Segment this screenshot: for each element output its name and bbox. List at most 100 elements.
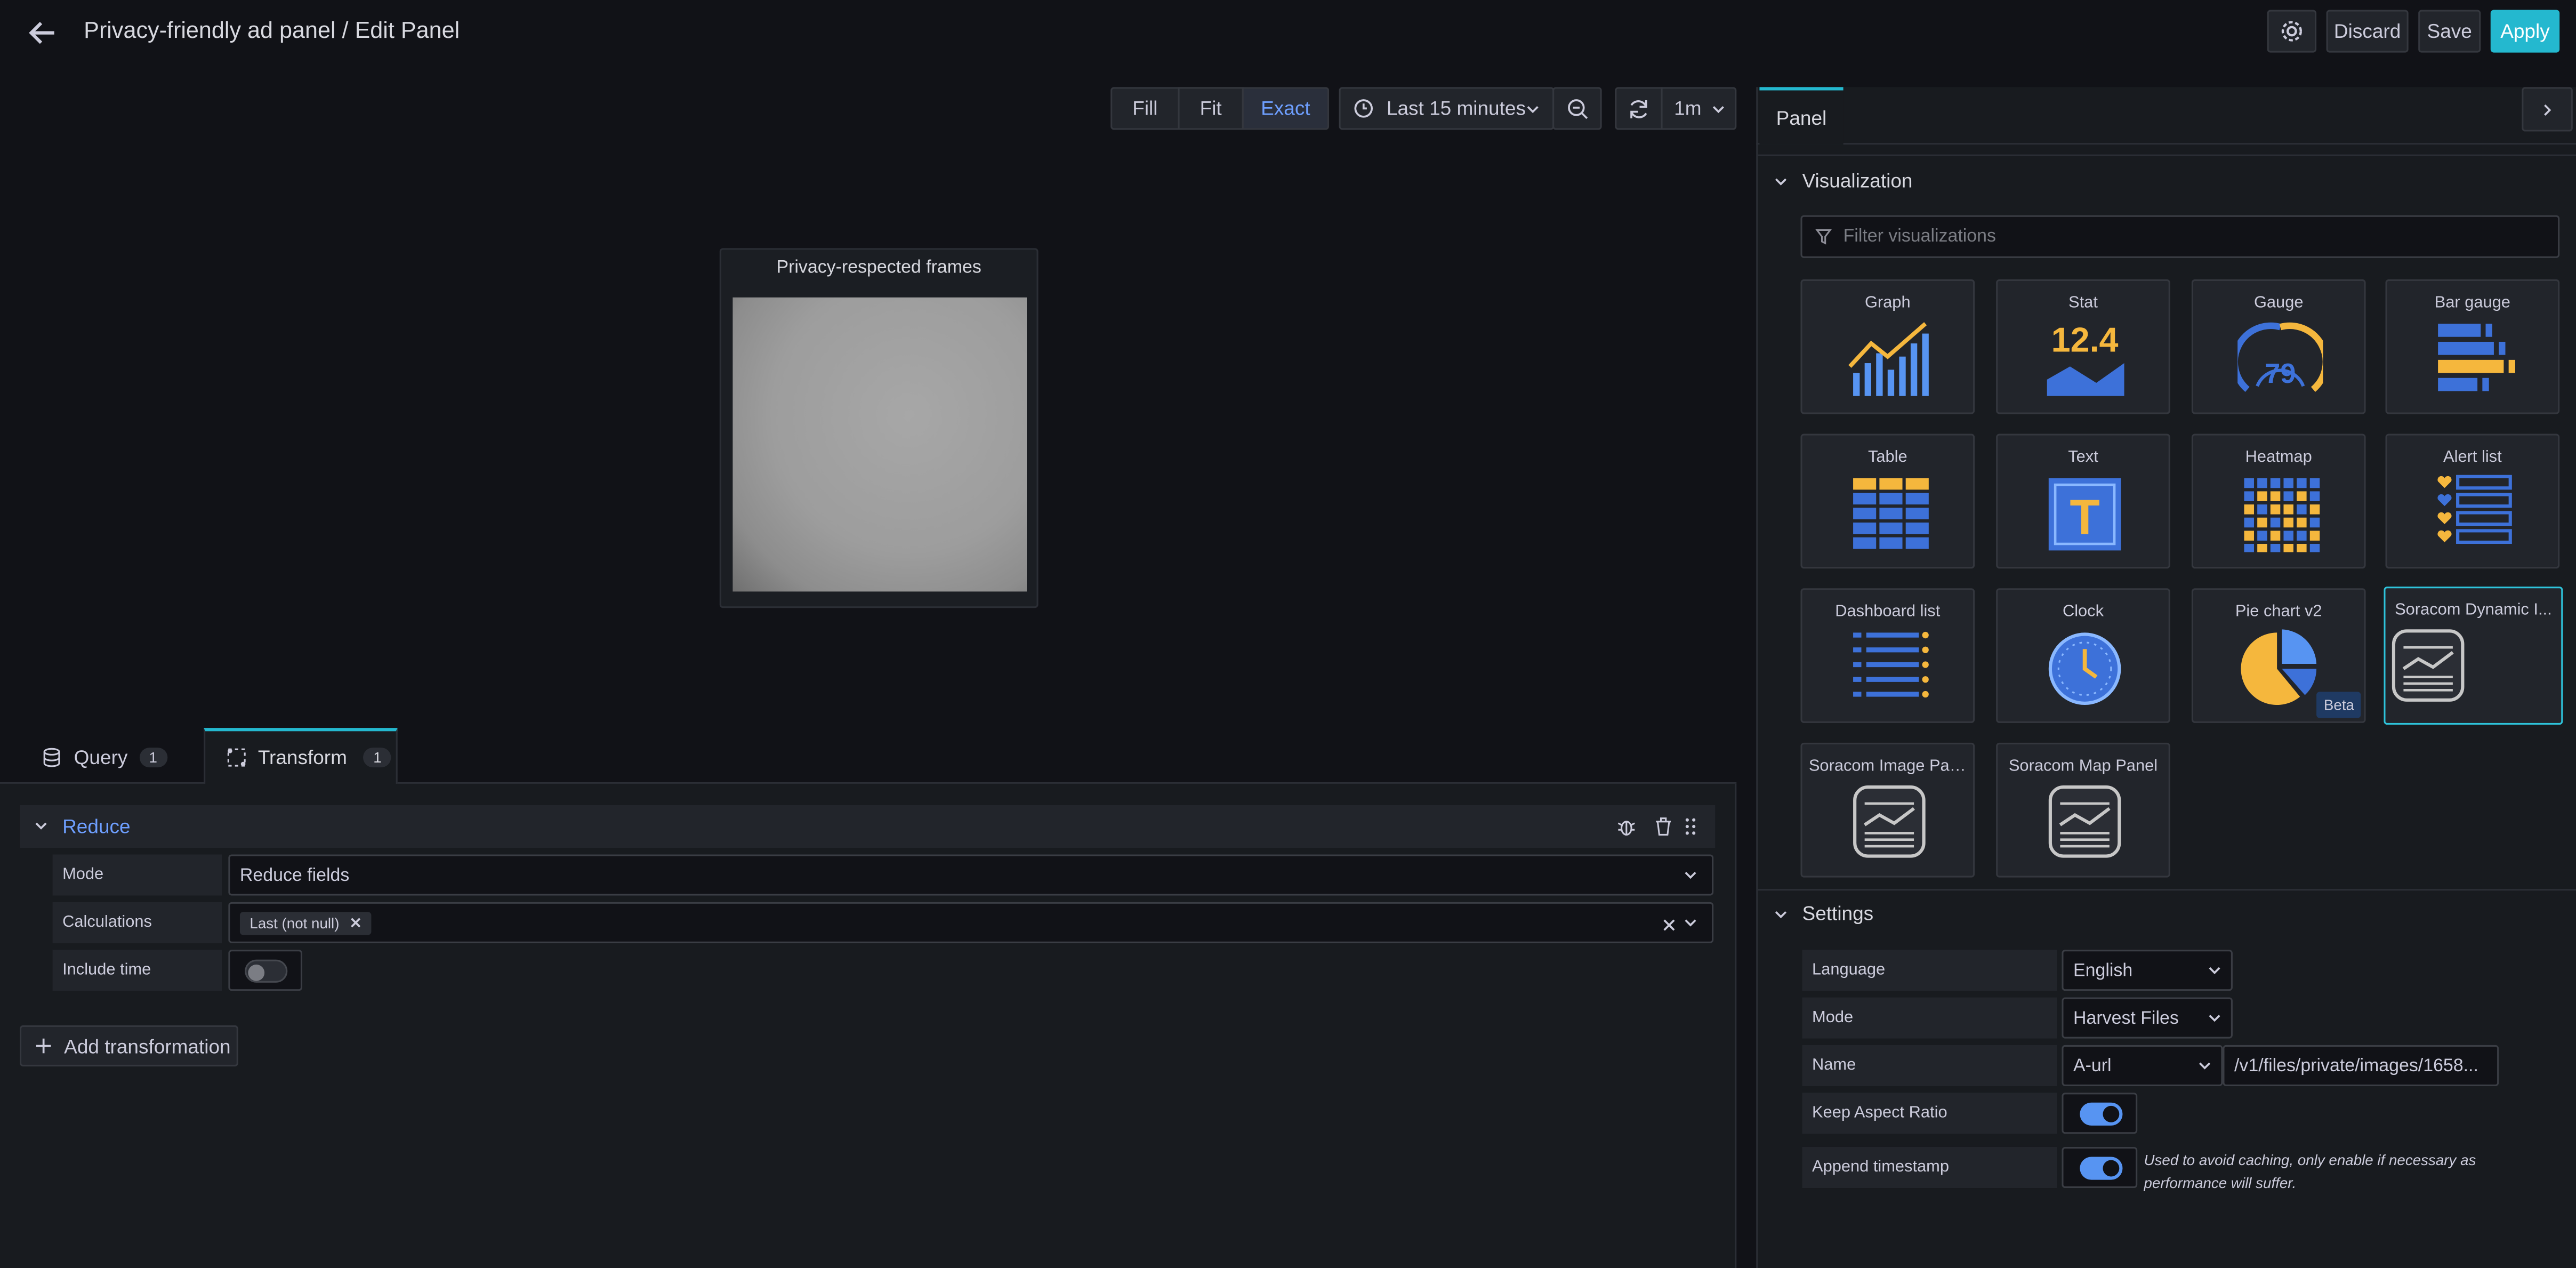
append-timestamp-toggle[interactable] <box>2080 1157 2123 1180</box>
viz-soracom-map-panel[interactable]: Soracom Map Panel <box>1996 742 2170 878</box>
transform-row-header[interactable]: Reduce <box>19 805 1716 848</box>
tab-query-count: 1 <box>139 748 167 768</box>
settings-mode-label: Mode <box>1802 997 2057 1039</box>
viz-name: Pie chart v2 <box>2235 603 2322 621</box>
calculations-select[interactable]: Last (not null) <box>228 902 1714 943</box>
keep-aspect-ratio-toggle[interactable] <box>2080 1102 2123 1126</box>
refresh-button[interactable] <box>1615 87 1663 130</box>
viz-text[interactable]: Text T <box>1996 434 2170 569</box>
viz-table[interactable]: Table <box>1800 434 1975 569</box>
name-value-input[interactable]: /v1/files/private/images/1658... <box>2223 1045 2499 1086</box>
tab-query-label: Query <box>74 746 128 769</box>
append-timestamp-container <box>2062 1146 2138 1189</box>
discard-button[interactable]: Discard <box>2326 10 2409 53</box>
tab-transform-count: 1 <box>363 748 392 768</box>
zoom-out-icon <box>1566 98 1588 119</box>
toggle-knob <box>248 964 265 981</box>
settings-section-header[interactable]: Settings <box>1774 901 1873 927</box>
language-select[interactable]: English <box>2062 950 2233 991</box>
name-label: Name <box>1802 1045 2057 1086</box>
viz-name: Clock <box>2062 603 2104 621</box>
include-time-toggle[interactable] <box>245 959 288 983</box>
viz-name: Heatmap <box>2245 448 2312 467</box>
refresh-icon <box>1628 98 1649 119</box>
include-time-label: Include time <box>52 950 222 991</box>
name-value-text: /v1/files/private/images/1658... <box>2234 1055 2478 1076</box>
viz-heatmap[interactable]: Heatmap <box>2191 434 2366 569</box>
chevron-down-icon[interactable] <box>35 822 48 830</box>
transform-name: Reduce <box>62 815 131 838</box>
collapse-options-button[interactable] <box>2522 87 2573 132</box>
toggle-knob <box>2103 1160 2120 1177</box>
append-timestamp-note: Used to avoid caching, only enable if ne… <box>2144 1152 2476 1192</box>
viz-pie-chart[interactable]: Pie chart v2 Beta <box>2191 588 2366 723</box>
viz-name: Soracom Map Panel <box>2008 757 2158 776</box>
name-field-select-value: A-url <box>2073 1055 2112 1076</box>
chevron-down-icon <box>1684 870 1697 878</box>
viz-soracom-dynamic-image[interactable]: Soracom Dynamic I... <box>2384 587 2563 725</box>
name-field-select[interactable]: A-url <box>2062 1045 2223 1086</box>
trash-icon[interactable] <box>1654 817 1672 837</box>
tab-transform-label: Transform <box>257 746 347 769</box>
tab-panel[interactable]: Panel <box>1759 87 1844 145</box>
mode-select-value: Reduce fields <box>239 865 350 885</box>
preview-panel: Privacy-respected frames <box>719 248 1039 608</box>
settings-section-label: Settings <box>1802 902 1874 925</box>
chevron-right-icon <box>2543 103 2551 116</box>
viz-name: Soracom Image Panel <box>1808 757 1971 776</box>
viz-name: Alert list <box>2443 448 2502 467</box>
viz-stat[interactable]: Stat 12.4 <box>1996 279 2170 414</box>
save-button[interactable]: Save <box>2418 10 2481 53</box>
settings-button[interactable] <box>2267 10 2317 53</box>
language-select-value: English <box>2073 960 2133 981</box>
chevron-down-icon <box>1526 105 1540 113</box>
text-icon-text: T <box>2070 489 2099 545</box>
refresh-interval-picker[interactable]: 1m <box>1661 87 1737 130</box>
fit-button[interactable]: Fit <box>1178 87 1244 130</box>
gear-icon <box>2280 20 2303 43</box>
drag-handle-icon[interactable] <box>1684 817 1697 837</box>
viz-graph[interactable]: Graph <box>1800 279 1975 414</box>
tab-query[interactable]: Query 1 <box>20 731 184 784</box>
options-divider <box>1758 154 2576 156</box>
viz-name: Bar gauge <box>2434 294 2510 312</box>
debug-icon[interactable] <box>1616 817 1636 837</box>
viz-bar-gauge[interactable]: Bar gauge <box>2385 279 2560 414</box>
viz-dashboard-list[interactable]: Dashboard list <box>1800 588 1975 723</box>
viz-gauge[interactable]: Gauge 79 <box>2191 279 2366 414</box>
add-transformation-label: Add transformation <box>64 1034 231 1058</box>
visualization-section-header[interactable]: Visualization <box>1774 167 1912 194</box>
time-range-picker[interactable]: Last 15 minutes <box>1339 87 1555 130</box>
chevron-down-icon <box>2198 1061 2211 1069</box>
refresh-interval-label: 1m <box>1674 97 1702 120</box>
fill-button[interactable]: Fill <box>1110 87 1180 130</box>
gauge-icon-text: 79 <box>2265 358 2296 389</box>
tab-transform[interactable]: Transform 1 <box>204 728 398 784</box>
filter-icon <box>1815 228 1832 245</box>
apply-button[interactable]: Apply <box>2490 10 2560 53</box>
viz-soracom-image-panel[interactable]: Soracom Image Panel <box>1800 742 1975 878</box>
time-range-label: Last 15 minutes <box>1386 97 1526 120</box>
clear-icon[interactable] <box>1663 919 1676 932</box>
calculations-label: Calculations <box>52 902 222 943</box>
calculation-tag[interactable]: Last (not null) <box>239 911 371 934</box>
mode-label: Mode <box>52 854 222 896</box>
settings-mode-select-value: Harvest Files <box>2073 1008 2179 1028</box>
plus-icon <box>36 1038 51 1054</box>
add-transformation-button[interactable]: Add transformation <box>19 1025 238 1066</box>
zoom-out-button[interactable] <box>1552 87 1602 130</box>
clock-icon <box>1354 99 1373 118</box>
close-icon[interactable] <box>349 917 361 929</box>
toggle-knob <box>2103 1105 2120 1122</box>
preview-image <box>732 297 1027 592</box>
viz-alert-list[interactable]: Alert list <box>2385 434 2560 569</box>
filter-visualizations-input[interactable]: Filter visualizations <box>1800 215 2560 258</box>
back-arrow-icon[interactable] <box>28 18 57 47</box>
settings-divider <box>1758 889 2576 891</box>
mode-select[interactable]: Reduce fields <box>228 854 1714 896</box>
preview-panel-title: Privacy-respected frames <box>776 258 981 278</box>
chevron-down-icon <box>1684 918 1697 926</box>
settings-mode-select[interactable]: Harvest Files <box>2062 997 2233 1039</box>
viz-clock[interactable]: Clock <box>1996 588 2170 723</box>
exact-button[interactable]: Exact <box>1242 87 1330 130</box>
